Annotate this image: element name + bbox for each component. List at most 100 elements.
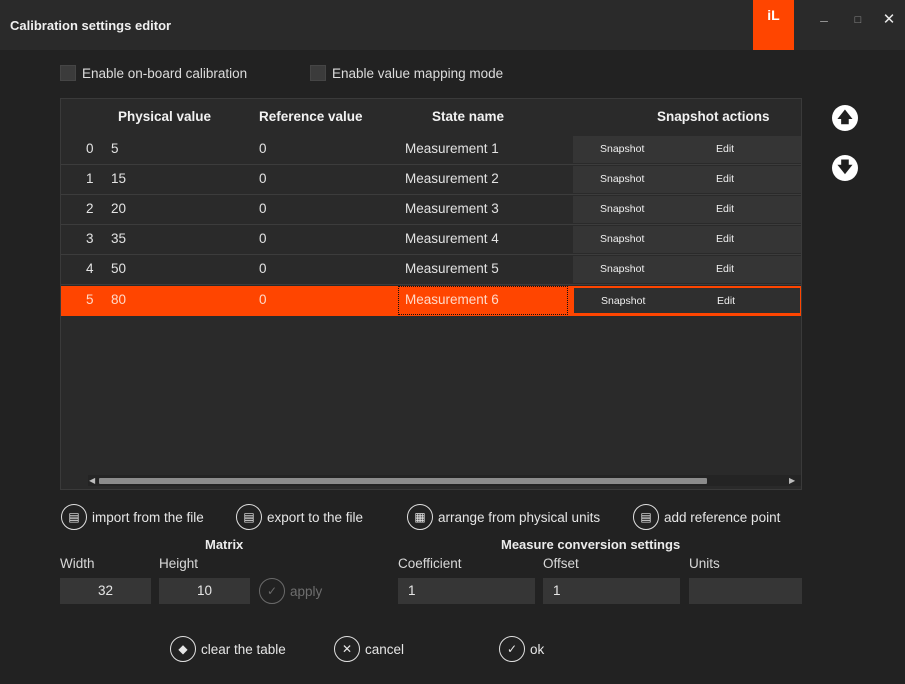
value-mapping-label: Enable value mapping mode: [332, 65, 504, 81]
cancel-button[interactable]: ✕ cancel: [334, 634, 404, 664]
snapshot-button[interactable]: Snapshot: [600, 173, 644, 185]
edit-button[interactable]: Edit: [716, 233, 734, 245]
ok-label: ok: [530, 641, 545, 657]
import-from-file-button[interactable]: ▤ import from the file: [61, 502, 204, 532]
state-name-cell[interactable]: Measurement 6: [405, 292, 499, 307]
value-mapping-checkbox[interactable]: Enable value mapping mode: [310, 64, 503, 82]
cancel-x-icon: ✕: [334, 636, 360, 662]
export-label: export to the file: [267, 509, 364, 525]
snapshot-button[interactable]: Snapshot: [600, 263, 644, 275]
reference-value-cell[interactable]: 0: [259, 141, 267, 156]
table-row-selected[interactable]: 5 80 0 Measurement 6 Snapshot Edit: [61, 286, 801, 316]
row-index: 1: [86, 171, 94, 186]
snapshot-actions-cell: Snapshot Edit: [573, 287, 801, 314]
offset-input[interactable]: 1: [543, 578, 680, 604]
edit-button[interactable]: Edit: [716, 263, 734, 275]
table-row[interactable]: 2 20 0 Measurement 3 Snapshot Edit: [61, 195, 801, 225]
maximize-button[interactable]: □: [848, 10, 868, 30]
close-button[interactable]: ✕: [879, 10, 899, 30]
checkmark-icon: ✓: [259, 578, 285, 604]
scrollbar-thumb[interactable]: [99, 478, 707, 484]
physical-value-cell[interactable]: 5: [111, 141, 119, 156]
state-name-cell[interactable]: Measurement 4: [405, 231, 499, 246]
header-state-name[interactable]: State name: [432, 109, 504, 124]
snapshot-button[interactable]: Snapshot: [600, 203, 644, 215]
state-name-cell[interactable]: Measurement 2: [405, 171, 499, 186]
table-header: Physical value Reference value State nam…: [61, 99, 801, 135]
physical-value-cell[interactable]: 50: [111, 261, 126, 276]
checkbox-box[interactable]: [310, 65, 326, 81]
add-point-icon: ▤: [633, 504, 659, 530]
onboard-calibration-checkbox[interactable]: Enable on-board calibration: [60, 64, 247, 82]
table-row[interactable]: 0 5 0 Measurement 1 Snapshot Edit: [61, 135, 801, 165]
ok-button[interactable]: ✓ ok: [499, 634, 544, 664]
snapshot-button[interactable]: Snapshot: [600, 233, 644, 245]
row-index: 0: [86, 141, 94, 156]
physical-value-cell[interactable]: 15: [111, 171, 126, 186]
reference-value-cell[interactable]: 0: [259, 231, 267, 246]
scroll-left-arrow-icon[interactable]: ◀: [89, 475, 95, 486]
table-row[interactable]: 3 35 0 Measurement 4 Snapshot Edit: [61, 225, 801, 255]
edit-button[interactable]: Edit: [716, 203, 734, 215]
import-label: import from the file: [92, 509, 204, 525]
matrix-title: Matrix: [205, 537, 244, 552]
offset-label: Offset: [543, 556, 579, 571]
physical-value-cell[interactable]: 35: [111, 231, 126, 246]
window-title: Calibration settings editor: [10, 18, 172, 33]
reference-value-cell[interactable]: 0: [259, 171, 267, 186]
down-arrow-icon[interactable]: 🡇: [832, 155, 858, 181]
edit-button[interactable]: Edit: [716, 143, 734, 155]
width-label: Width: [60, 556, 95, 571]
up-arrow-icon[interactable]: 🡅: [832, 105, 858, 131]
snapshot-actions-cell: Snapshot Edit: [573, 136, 801, 163]
table-row[interactable]: 4 50 0 Measurement 5 Snapshot Edit: [61, 255, 801, 285]
reference-value-cell[interactable]: 0: [259, 201, 267, 216]
row-index: 5: [86, 292, 94, 307]
header-reference-value[interactable]: Reference value: [259, 109, 369, 124]
snapshot-button[interactable]: Snapshot: [600, 143, 644, 155]
state-name-cell[interactable]: Measurement 5: [405, 261, 499, 276]
add-reference-point-button[interactable]: ▤ add reference point: [633, 502, 780, 532]
import-file-icon: ▤: [61, 504, 87, 530]
eraser-icon: ◆: [170, 636, 196, 662]
reference-value-cell[interactable]: 0: [259, 292, 267, 307]
export-to-file-button[interactable]: ▤ export to the file: [236, 502, 363, 532]
header-physical-value[interactable]: Physical value: [118, 109, 211, 124]
measure-settings-title: Measure conversion settings: [501, 537, 681, 552]
coefficient-input[interactable]: 1: [398, 578, 535, 604]
units-input[interactable]: [689, 578, 802, 604]
snapshot-actions-cell: Snapshot Edit: [573, 166, 801, 193]
checkbox-box[interactable]: [60, 65, 76, 81]
scroll-right-arrow-icon[interactable]: ▶: [789, 475, 795, 486]
width-input[interactable]: 32: [60, 578, 151, 604]
row-index: 2: [86, 201, 94, 216]
arrange-label: arrange from physical units: [438, 509, 601, 525]
apply-button[interactable]: ✓ apply: [259, 576, 322, 606]
coefficient-label: Coefficient: [398, 556, 462, 571]
snapshot-actions-cell: Snapshot Edit: [573, 196, 801, 223]
state-name-cell[interactable]: Measurement 3: [405, 201, 499, 216]
header-snapshot-actions[interactable]: Snapshot actions: [657, 109, 770, 124]
row-index: 3: [86, 231, 94, 246]
table-row[interactable]: 1 15 0 Measurement 2 Snapshot Edit: [61, 165, 801, 195]
minimize-button[interactable]: –: [814, 10, 834, 30]
row-index: 4: [86, 261, 94, 276]
calculator-icon: ▦: [407, 504, 433, 530]
units-label: Units: [689, 556, 720, 571]
state-name-cell[interactable]: Measurement 1: [405, 141, 499, 156]
clear-table-button[interactable]: ◆ clear the table: [170, 634, 286, 664]
snapshot-button[interactable]: Snapshot: [601, 295, 645, 307]
arrange-physical-units-button[interactable]: ▦ arrange from physical units: [407, 502, 600, 532]
height-label: Height: [159, 556, 199, 571]
horizontal-scrollbar[interactable]: ◀ ▶: [88, 475, 801, 486]
edit-button[interactable]: Edit: [717, 295, 735, 307]
reference-value-cell[interactable]: 0: [259, 261, 267, 276]
edit-button[interactable]: Edit: [716, 173, 734, 185]
height-input[interactable]: 10: [159, 578, 250, 604]
export-file-icon: ▤: [236, 504, 262, 530]
app-logo: iL: [753, 0, 794, 50]
physical-value-cell[interactable]: 20: [111, 201, 126, 216]
checkmark-icon: ✓: [499, 636, 525, 662]
calibration-table: Physical value Reference value State nam…: [60, 98, 802, 490]
physical-value-cell[interactable]: 80: [111, 292, 126, 307]
